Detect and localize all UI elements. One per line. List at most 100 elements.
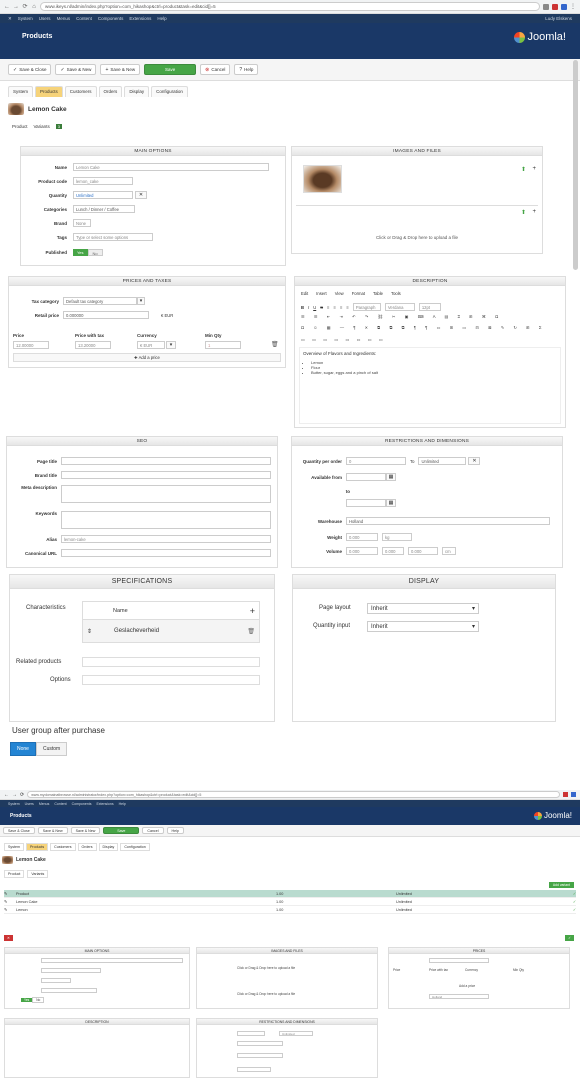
delete-variant-button[interactable]: ✕ — [4, 935, 13, 941]
page-scrollbar[interactable] — [573, 60, 578, 270]
volume-unit-select[interactable]: cm — [442, 547, 456, 555]
editor-menu-table[interactable]: Table — [373, 291, 383, 296]
published-toggle[interactable]: Yes No — [21, 997, 45, 1003]
menu-menus[interactable]: Menus — [39, 802, 50, 806]
available-from-input[interactable] — [237, 1041, 283, 1046]
italic-icon[interactable]: I — [308, 305, 309, 310]
quantity-input-select[interactable]: Inherit ▾ — [367, 621, 479, 632]
chevron-down-icon[interactable]: ▾ — [166, 341, 176, 349]
drop-zone[interactable]: Click or Drag & Drop here to upload a fi… — [237, 992, 295, 996]
menu-help[interactable]: Help — [157, 16, 166, 21]
editor-menu-edit[interactable]: Edit — [301, 291, 308, 296]
extension-icon[interactable] — [563, 792, 568, 797]
page-layout-select[interactable]: Inherit ▾ — [367, 603, 479, 614]
menu-menus[interactable]: Menus — [57, 16, 71, 21]
tab-customers[interactable]: Customers — [50, 843, 76, 851]
product-code-input[interactable]: lemon_cake — [73, 177, 133, 185]
editor-toolbar-3[interactable]: Ω ☺ ▦ — ¶ ✕ ⧉ ⧉ ⧉ ¶ ¶ ▭ ⊞ ▭ ⊟ ⊠ ✎ ↻ ⊞ Σ — [301, 325, 545, 330]
align-right-icon[interactable]: ≡ — [340, 305, 342, 310]
table-row[interactable]: ✎ Lemon Cake 1.00 Unlimited ✓ — [4, 898, 576, 906]
tab-system[interactable]: System — [8, 86, 34, 97]
extension-icon[interactable] — [552, 3, 558, 10]
retail-price-input[interactable]: 0.000000 — [63, 311, 149, 319]
editor-menu-view[interactable]: View — [335, 291, 344, 296]
forward-icon[interactable]: → — [13, 4, 19, 10]
table-row[interactable]: ✎ Lemon 1.00 Unlimited ✓ — [4, 906, 576, 914]
extension-icon[interactable] — [561, 3, 567, 10]
bold-icon[interactable]: B — [301, 305, 304, 310]
cancel-button[interactable]: Cancel — [142, 827, 164, 834]
underline-icon[interactable]: U — [313, 305, 316, 310]
strike-icon[interactable]: S — [320, 305, 323, 310]
weight-input[interactable]: 0.000 — [346, 533, 378, 541]
price-input[interactable]: 12.00000 — [13, 341, 49, 349]
subtab-product[interactable]: Product — [4, 870, 25, 878]
drag-handle-icon[interactable]: ⇕ — [87, 628, 92, 635]
options-input[interactable] — [82, 675, 260, 685]
editor-toolbar-4[interactable]: ▭ ▭ ▭ ▭ ▭ ▭ ▭ ▭ — [301, 337, 386, 342]
chevron-down-icon[interactable]: ▾ — [137, 297, 145, 305]
related-products-input[interactable] — [82, 657, 260, 667]
cancel-button[interactable]: ⊗ Cancel — [200, 64, 231, 75]
help-button[interactable]: ? Help — [234, 64, 259, 75]
save-button[interactable]: Save — [103, 827, 140, 834]
min-qty-input[interactable]: 1 — [205, 341, 241, 349]
published-no-toggle[interactable]: No — [87, 249, 103, 256]
home-icon[interactable]: ⌂ — [31, 4, 37, 10]
user-group-custom-button[interactable]: Custom — [35, 742, 68, 756]
clear-quantity-button[interactable]: ✕ — [135, 191, 147, 199]
font-select[interactable]: Verdana — [384, 303, 415, 311]
subtab-product[interactable]: Product — [12, 124, 28, 129]
editor-menu-tools[interactable]: Tools — [391, 291, 401, 296]
brand-title-input[interactable] — [61, 471, 271, 479]
variant-code-input[interactable] — [41, 968, 101, 973]
edit-icon[interactable]: ✎ — [4, 899, 16, 904]
menu-users[interactable]: Users — [25, 802, 34, 806]
editor-menu-format[interactable]: Format — [352, 291, 365, 296]
page-title-input[interactable] — [61, 457, 271, 465]
name-input[interactable]: Lemon Cake — [73, 163, 269, 171]
address-bar[interactable]: www.mydomainatbrowse.nl/administrator/in… — [27, 791, 560, 798]
editor-toolbar-2[interactable]: ☰ ☰ ⇤ ⇥ ↶ ↷ ⛓ ✂ ▣ ⌨ A ▤ ⌗ ⊞ ⌘ Ω — [301, 314, 502, 320]
tab-orders[interactable]: Orders — [98, 86, 123, 97]
check-icon[interactable]: ✓ — [546, 899, 576, 904]
meta-description-input[interactable] — [61, 485, 271, 503]
price-with-tax-input[interactable]: 13.20000 — [75, 341, 111, 349]
help-button[interactable]: Help — [166, 827, 184, 834]
align-left-icon[interactable]: ≡ — [327, 305, 329, 310]
tab-configuration[interactable]: Configuration — [120, 843, 150, 851]
menu-system[interactable]: System — [18, 16, 33, 21]
qty-to-input[interactable]: Unlimited — [418, 457, 467, 465]
tab-configuration[interactable]: Configuration — [151, 86, 188, 97]
alias-input[interactable]: lemon-cake — [61, 535, 271, 543]
save-new-button[interactable]: ✓ Save & New — [55, 64, 97, 75]
tax-category-select[interactable] — [429, 958, 489, 963]
add-file-icon[interactable]: + — [532, 209, 536, 215]
drop-zone[interactable]: Click or Drag & Drop here to upload a fi… — [292, 235, 542, 240]
trash-icon[interactable]: 🗑 — [271, 341, 279, 348]
reload-icon[interactable]: ⟳ — [20, 792, 24, 798]
check-icon[interactable]: ✓ — [546, 891, 576, 896]
extension-icon[interactable] — [571, 792, 576, 797]
available-from-input[interactable] — [346, 473, 386, 481]
tab-customers[interactable]: Customers — [64, 86, 97, 97]
qty-from-input[interactable] — [237, 1031, 265, 1036]
menu-users[interactable]: Users — [39, 16, 51, 21]
edit-icon[interactable]: ✎ — [4, 907, 16, 912]
subtab-variants[interactable]: Variants — [34, 124, 50, 129]
available-to-input[interactable] — [237, 1053, 283, 1058]
brand-select[interactable]: None — [73, 219, 91, 227]
drop-zone[interactable]: Click or Drag & Drop here to upload a fi… — [237, 966, 295, 970]
calendar-icon[interactable]: ▦ — [386, 473, 396, 481]
clear-qty-button[interactable]: ✕ — [468, 457, 481, 465]
warehouse-input[interactable]: Holland — [429, 994, 489, 999]
warehouse-input[interactable] — [237, 1067, 271, 1072]
menu-content[interactable]: Content — [76, 16, 92, 21]
add-image-icon[interactable]: + — [532, 166, 536, 172]
volume-width-input[interactable]: 0.000 — [382, 547, 404, 555]
editor-menu-insert[interactable]: Insert — [316, 291, 326, 296]
tab-display[interactable]: Display — [124, 86, 150, 97]
address-bar[interactable]: www.ikeys.nl/admin/index.php?option=com_… — [40, 2, 540, 11]
tab-display[interactable]: Display — [98, 843, 119, 851]
edit-icon[interactable]: ✎ — [4, 891, 16, 896]
